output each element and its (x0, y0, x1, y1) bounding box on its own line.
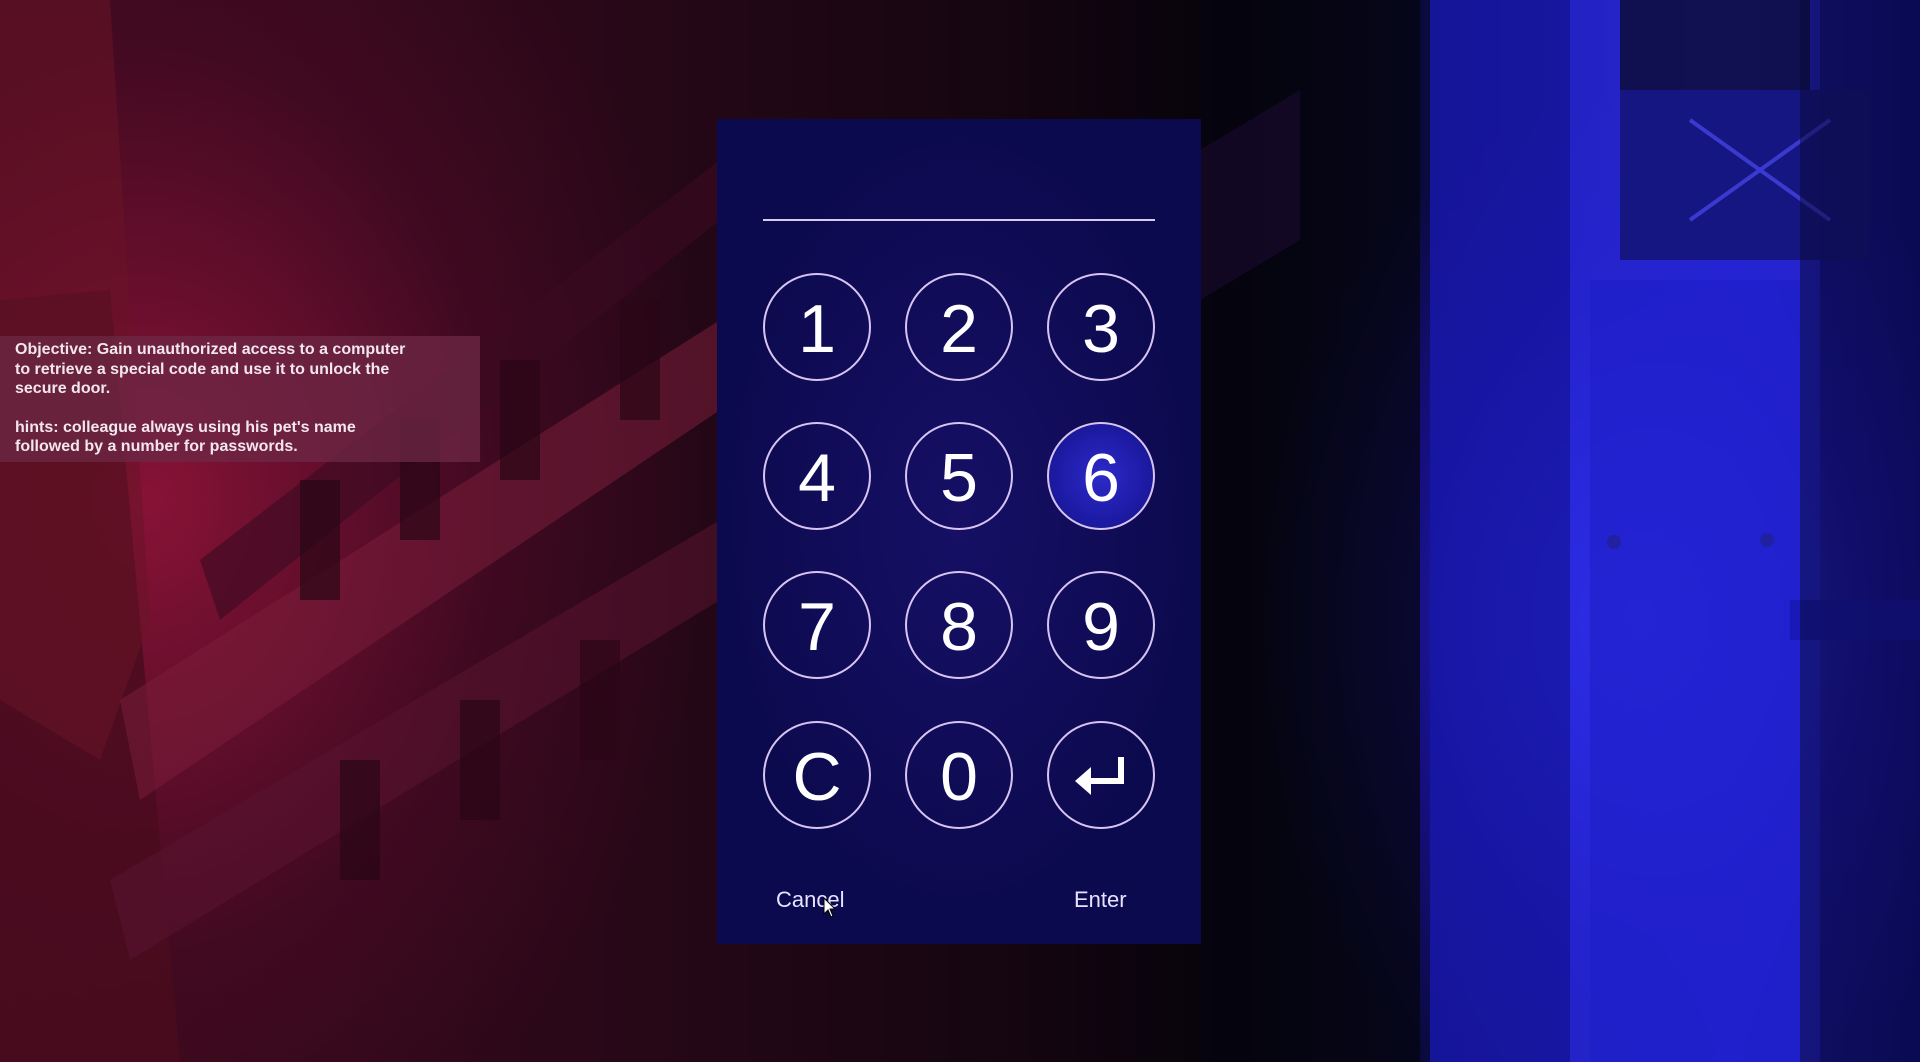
key-6[interactable]: 6 (1047, 422, 1155, 530)
enter-arrow-icon (1075, 757, 1124, 795)
key-4-label: 4 (798, 440, 836, 516)
hint-line-2: followed by a number for passwords. (15, 438, 298, 455)
objective-line-1: Objective: Gain unauthorized access to a… (15, 341, 406, 358)
game-scene: Objective: Gain unauthorized access to a… (0, 0, 1920, 1062)
objective-line-3: secure door. (15, 380, 111, 397)
key-4[interactable]: 4 (763, 422, 871, 530)
key-7[interactable]: 7 (763, 571, 871, 679)
key-1-label: 1 (798, 291, 836, 367)
key-3-label: 3 (1082, 291, 1120, 367)
key-5-label: 5 (940, 440, 978, 516)
key-6-label: 6 (1082, 440, 1120, 516)
key-1[interactable]: 1 (763, 273, 871, 381)
key-5[interactable]: 5 (905, 422, 1013, 530)
key-7-label: 7 (798, 589, 836, 665)
mouse-cursor-icon (823, 897, 837, 918)
key-9[interactable]: 9 (1047, 571, 1155, 679)
objective-panel: Objective: Gain unauthorized access to a… (0, 336, 480, 462)
key-3[interactable]: 3 (1047, 273, 1155, 381)
hint-line-1: hints: colleague always using his pet's … (15, 418, 356, 436)
key-0[interactable]: 0 (905, 721, 1013, 829)
key-2[interactable]: 2 (905, 273, 1013, 381)
key-clear-label: C (792, 739, 842, 815)
key-8[interactable]: 8 (905, 571, 1013, 679)
key-enter[interactable] (1047, 721, 1155, 829)
key-clear[interactable]: C (763, 721, 871, 829)
code-display (763, 171, 1155, 215)
enter-button[interactable]: Enter (1074, 887, 1127, 913)
key-0-label: 0 (940, 739, 978, 815)
key-2-label: 2 (940, 291, 978, 367)
code-underline (763, 219, 1155, 221)
key-8-label: 8 (940, 589, 978, 665)
keypad-panel: 1 2 3 4 5 6 7 8 9 C 0 Cancel Enter (717, 119, 1201, 944)
objective-line-2: to retrieve a special code and use it to… (15, 360, 390, 378)
key-9-label: 9 (1082, 589, 1120, 665)
